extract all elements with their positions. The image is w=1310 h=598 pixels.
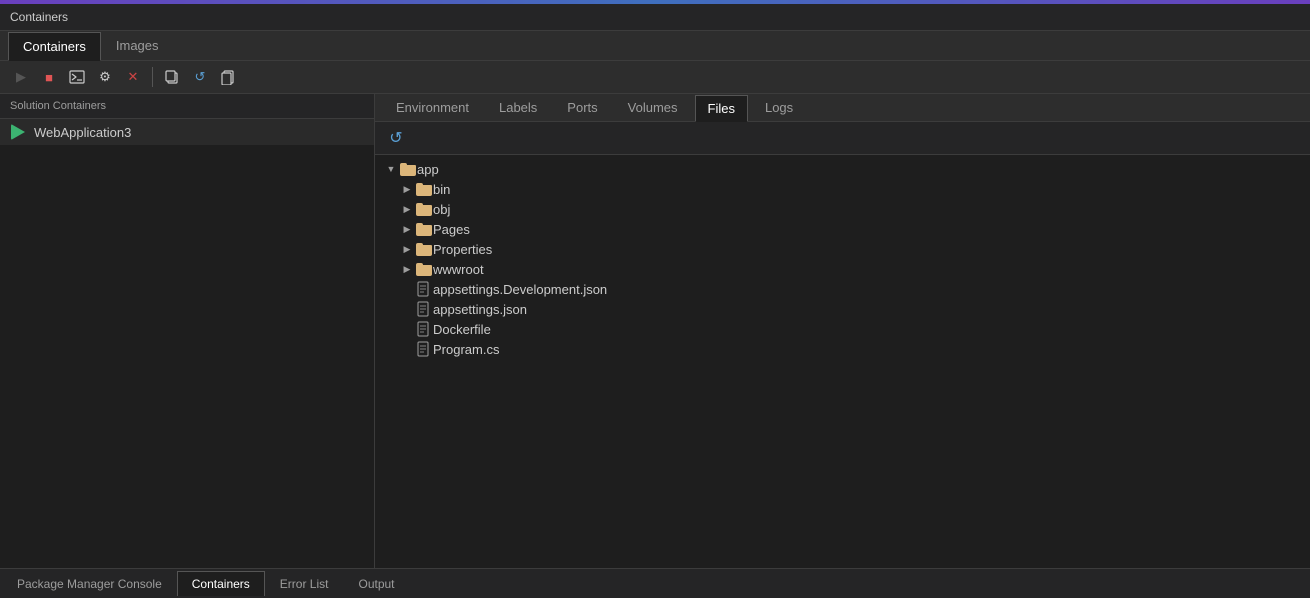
- tree-label-properties: Properties: [433, 242, 492, 257]
- folder-icon-properties: [415, 241, 433, 257]
- tree-item-obj[interactable]: obj: [375, 199, 1310, 219]
- file-icon-appsettings-dev: [415, 281, 433, 297]
- folder-icon-pages: [415, 221, 433, 237]
- folder-icon-wwwroot: [415, 261, 433, 277]
- tab-images[interactable]: Images: [101, 31, 174, 60]
- container-name: WebApplication3: [34, 125, 131, 140]
- container-webapplication3[interactable]: WebApplication3: [0, 119, 374, 145]
- title-bar: Containers: [0, 4, 1310, 31]
- right-panel: Environment Labels Ports Volumes Files L…: [375, 94, 1310, 568]
- toolbar: ▶ ■ ⚙ ✕ ↺: [0, 61, 1310, 94]
- file-tree: app bin obj Pages: [375, 155, 1310, 568]
- tree-label-wwwroot: wwwroot: [433, 262, 484, 277]
- start-button[interactable]: ▶: [8, 65, 34, 89]
- tree-label-program-cs: Program.cs: [433, 342, 499, 357]
- tree-item-wwwroot[interactable]: wwwroot: [375, 259, 1310, 279]
- paste-button[interactable]: [215, 65, 241, 89]
- folder-icon-bin: [415, 181, 433, 197]
- title-label: Containers: [10, 10, 68, 24]
- tree-label-pages: Pages: [433, 222, 470, 237]
- tree-item-pages[interactable]: Pages: [375, 219, 1310, 239]
- delete-button[interactable]: ✕: [120, 65, 146, 89]
- tree-item-bin[interactable]: bin: [375, 179, 1310, 199]
- tab-volumes[interactable]: Volumes: [615, 94, 691, 121]
- tree-label-obj: obj: [433, 202, 450, 217]
- tree-label-bin: bin: [433, 182, 450, 197]
- tab-labels[interactable]: Labels: [486, 94, 550, 121]
- folder-icon-obj: [415, 201, 433, 217]
- folder-icon-app: [399, 161, 417, 177]
- tab-containers[interactable]: Containers: [8, 32, 101, 61]
- solution-containers-title: Solution Containers: [0, 94, 374, 119]
- chevron-obj: [399, 201, 415, 217]
- bottom-tab-package-manager[interactable]: Package Manager Console: [2, 571, 177, 596]
- copy-files-button[interactable]: [159, 65, 185, 89]
- toolbar-separator: [152, 67, 153, 87]
- top-tabs: Containers Images: [0, 31, 1310, 61]
- tab-ports[interactable]: Ports: [554, 94, 610, 121]
- running-status-icon: [10, 124, 26, 140]
- bottom-tabs: Package Manager Console Containers Error…: [0, 568, 1310, 598]
- tree-item-appsettings-dev[interactable]: appsettings.Development.json: [375, 279, 1310, 299]
- tree-item-properties[interactable]: Properties: [375, 239, 1310, 259]
- stop-button[interactable]: ■: [36, 65, 62, 89]
- tree-item-dockerfile[interactable]: Dockerfile: [375, 319, 1310, 339]
- file-icon-appsettings: [415, 301, 433, 317]
- bottom-tab-containers[interactable]: Containers: [177, 571, 265, 596]
- tree-item-appsettings[interactable]: appsettings.json: [375, 299, 1310, 319]
- tree-label-appsettings: appsettings.json: [433, 302, 527, 317]
- right-tabs: Environment Labels Ports Volumes Files L…: [375, 94, 1310, 122]
- refresh-button[interactable]: ↺: [187, 65, 213, 89]
- tab-files[interactable]: Files: [695, 95, 748, 122]
- files-refresh-button[interactable]: ↺: [383, 126, 409, 150]
- chevron-pages: [399, 221, 415, 237]
- chevron-wwwroot: [399, 261, 415, 277]
- tree-label-dockerfile: Dockerfile: [433, 322, 491, 337]
- right-toolbar: ↺: [375, 122, 1310, 155]
- tree-item-program-cs[interactable]: Program.cs: [375, 339, 1310, 359]
- tab-environment[interactable]: Environment: [383, 94, 482, 121]
- file-icon-program-cs: [415, 341, 433, 357]
- file-icon-dockerfile: [415, 321, 433, 337]
- tab-logs[interactable]: Logs: [752, 94, 806, 121]
- terminal-button[interactable]: [64, 65, 90, 89]
- tree-label-app: app: [417, 162, 439, 177]
- chevron-bin: [399, 181, 415, 197]
- tree-item-app[interactable]: app: [375, 159, 1310, 179]
- tree-label-appsettings-dev: appsettings.Development.json: [433, 282, 607, 297]
- bottom-tab-output[interactable]: Output: [343, 571, 409, 596]
- main-content: Solution Containers WebApplication3 Envi…: [0, 94, 1310, 568]
- settings-button[interactable]: ⚙: [92, 65, 118, 89]
- bottom-tab-error-list[interactable]: Error List: [265, 571, 344, 596]
- left-panel: Solution Containers WebApplication3: [0, 94, 375, 568]
- chevron-properties: [399, 241, 415, 257]
- chevron-app: [383, 161, 399, 177]
